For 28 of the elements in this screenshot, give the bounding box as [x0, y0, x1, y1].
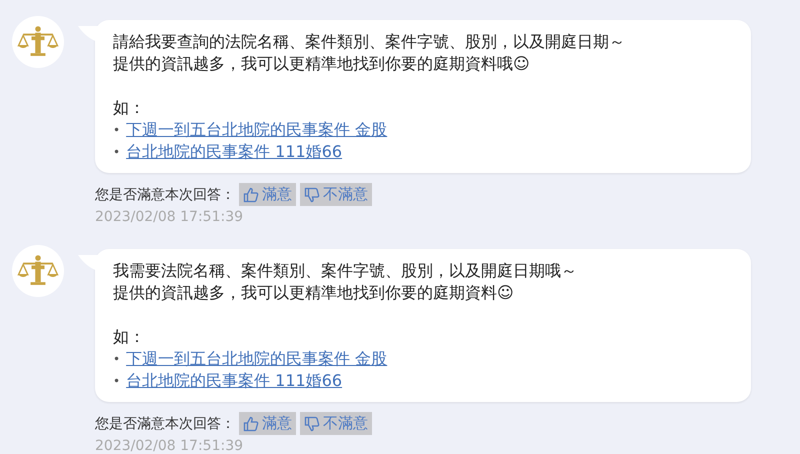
feedback-prompt: 您是否滿意本次回答： — [95, 414, 235, 432]
bullet: • — [113, 351, 120, 368]
timestamp: 2023/02/08 17:51:39 — [95, 209, 244, 225]
satisfied-button[interactable]: 滿意 — [239, 412, 296, 435]
message-text: 提供的資訊越多，我可以更精準地找到你要的庭期資料☺ — [113, 282, 515, 304]
thumbs-down-icon — [304, 186, 320, 202]
thumbs-down-icon — [304, 416, 320, 432]
timestamp: 2023/02/08 17:51:39 — [95, 438, 244, 454]
example-link[interactable]: 下週一到五台北地院的民事案件 金股 — [126, 119, 388, 141]
bullet: • — [113, 144, 120, 161]
unsatisfied-button[interactable]: 不滿意 — [300, 183, 372, 206]
message-text: 提供的資訊越多，我可以更精準地找到你要的庭期資料哦☺ — [113, 53, 531, 75]
thumbs-up-icon — [243, 416, 259, 432]
bullet: • — [113, 373, 120, 390]
satisfied-button[interactable]: 滿意 — [239, 183, 296, 206]
scales-avatar-icon — [12, 245, 64, 297]
example-link[interactable]: 台北地院的民事案件 111婚66 — [126, 141, 342, 163]
unsatisfied-button[interactable]: 不滿意 — [300, 412, 372, 435]
example-label: 如： — [113, 97, 146, 119]
message-text: 我需要法院名稱、案件類別、案件字號、股別，以及開庭日期哦～ — [113, 260, 578, 282]
example-link[interactable]: 台北地院的民事案件 111婚66 — [126, 370, 342, 392]
example-link[interactable]: 下週一到五台北地院的民事案件 金股 — [126, 348, 388, 370]
thumbs-up-icon — [243, 186, 259, 202]
scales-avatar-icon — [12, 16, 64, 68]
example-label: 如： — [113, 326, 146, 348]
feedback-prompt: 您是否滿意本次回答： — [95, 186, 235, 204]
bullet: • — [113, 122, 120, 139]
message-text: 請給我要查詢的法院名稱、案件類別、案件字號、股別，以及開庭日期～ — [113, 31, 626, 53]
